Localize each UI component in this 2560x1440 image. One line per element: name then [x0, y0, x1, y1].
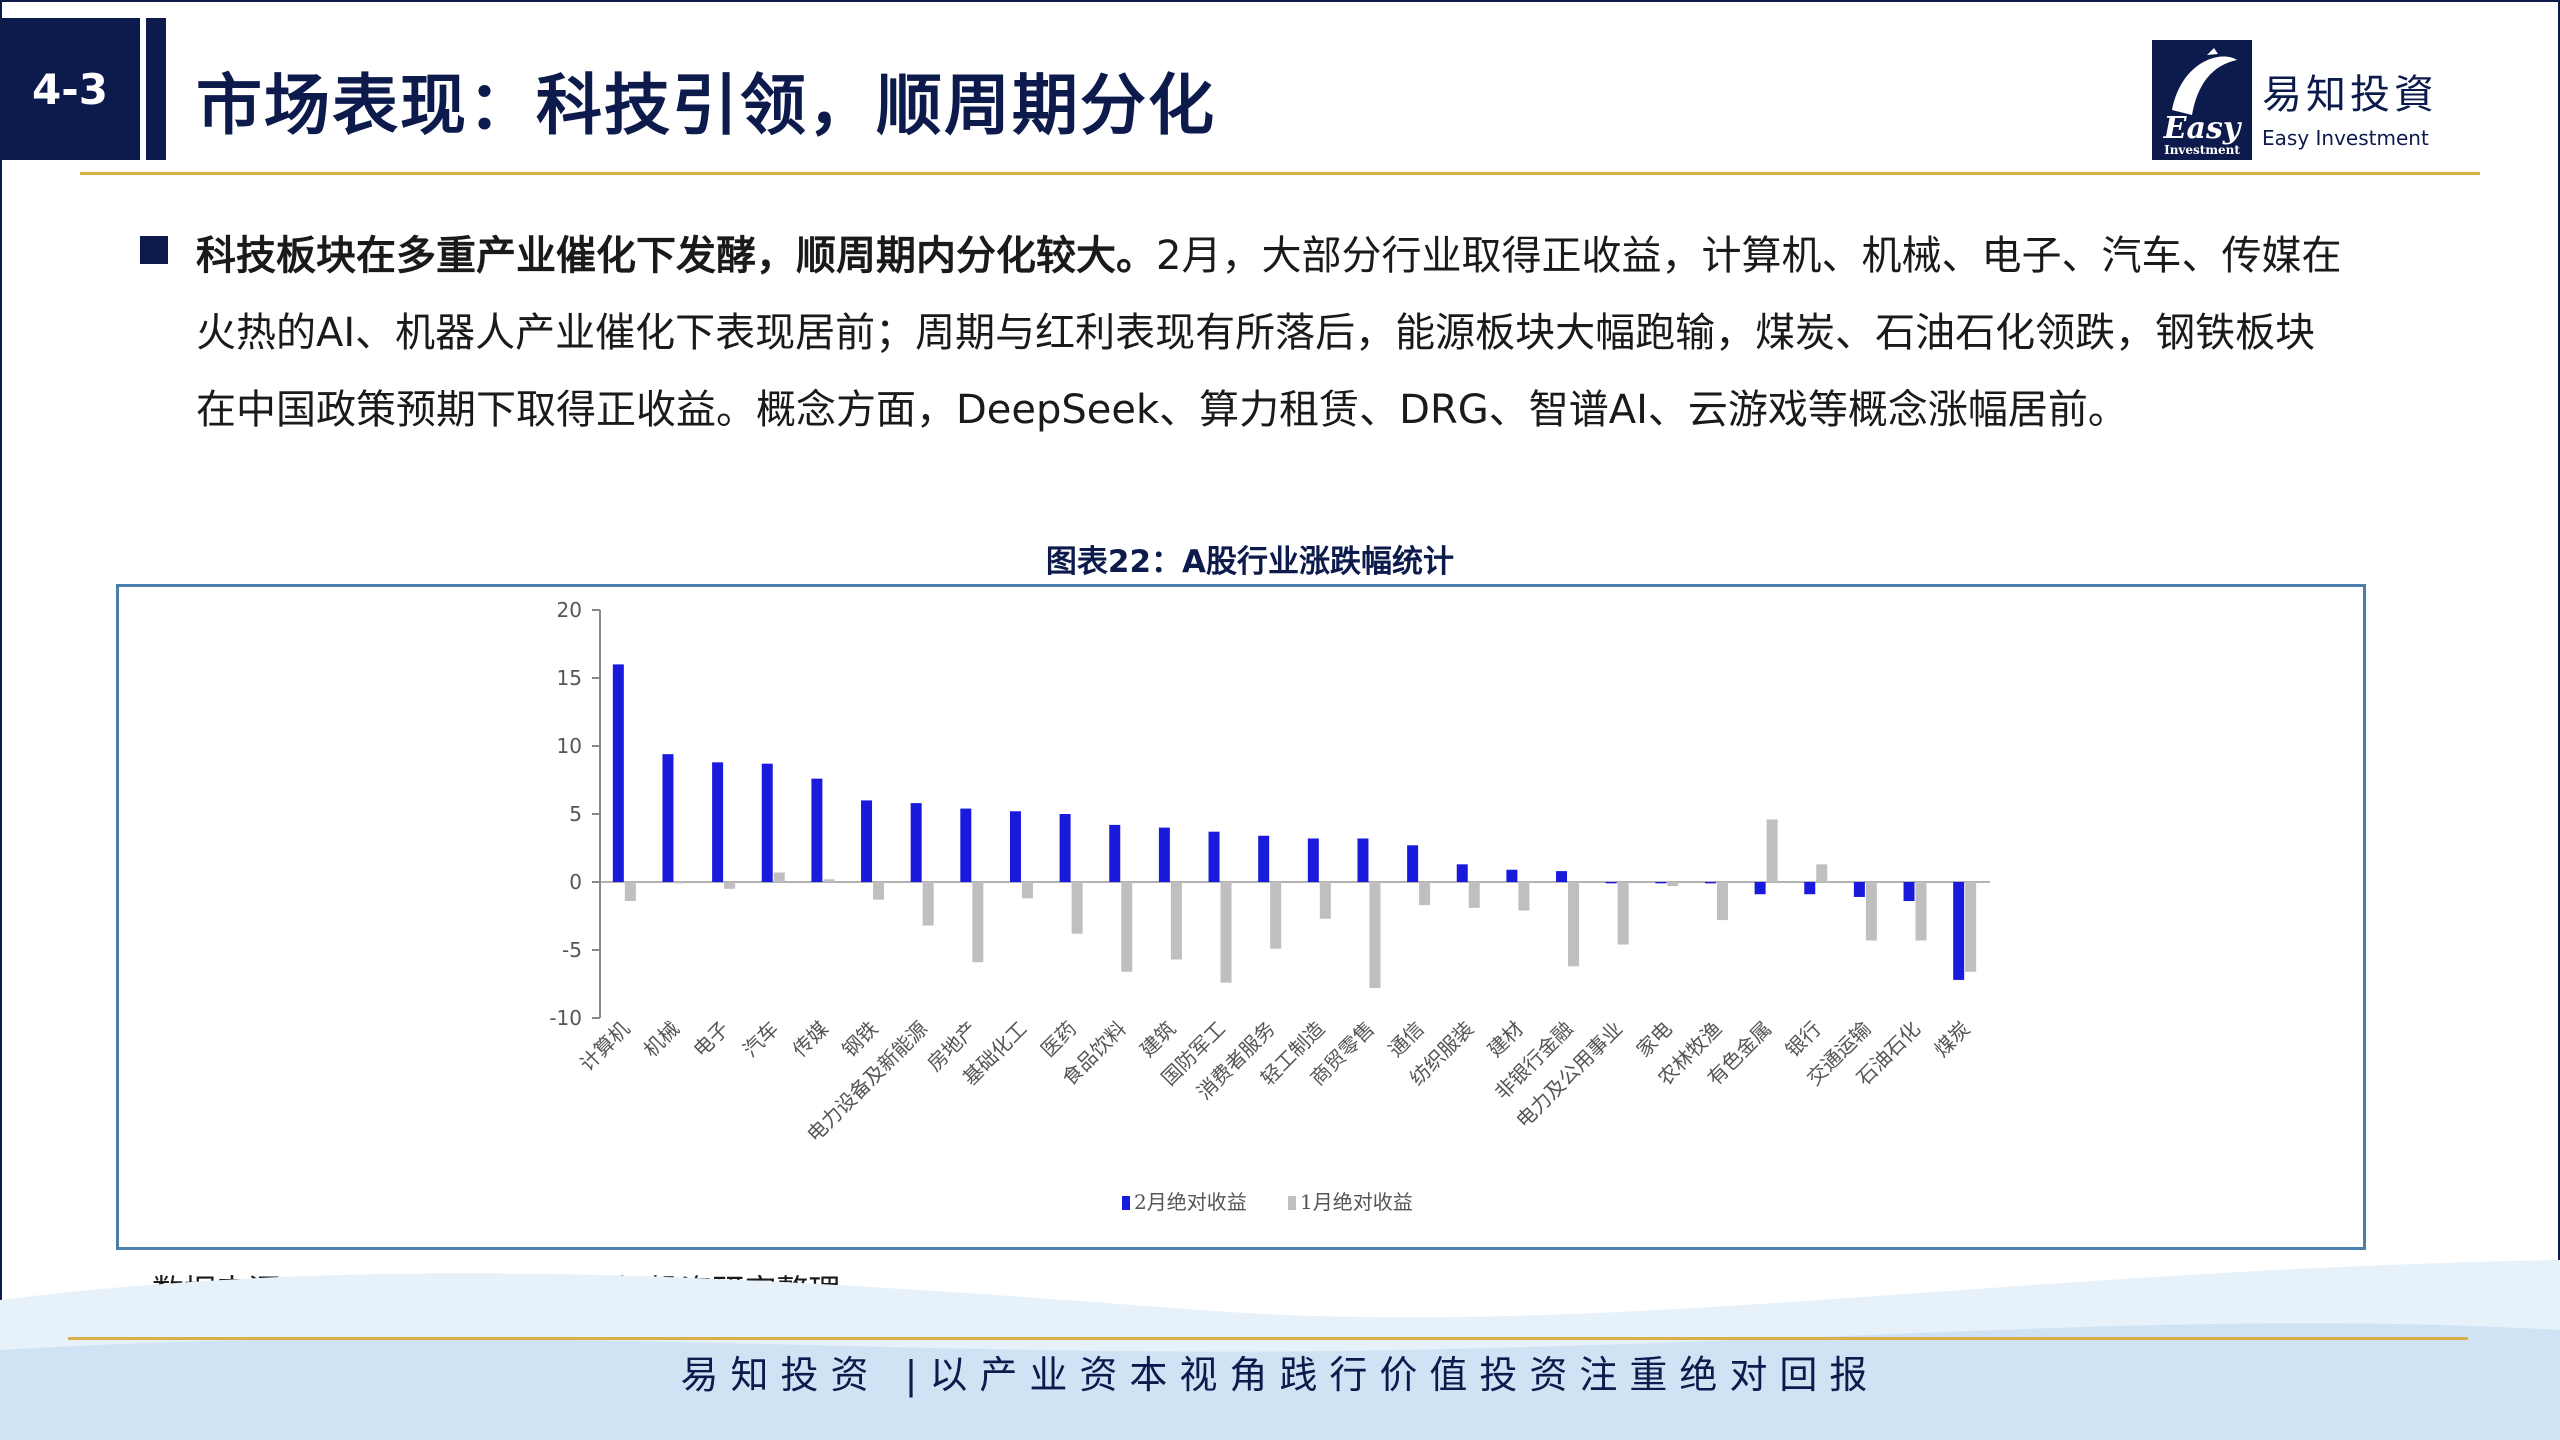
summary-paragraph: 科技板块在多重产业催化下发酵，顺周期内分化较大。2月，大部分行业取得正收益，计算… [196, 218, 2346, 449]
logo-en-text: Easy Investment [2262, 126, 2429, 150]
page-title: 市场表现：科技引领，顺周期分化 [196, 67, 1216, 144]
footer-divider [68, 1337, 2468, 1340]
bullet-square-icon [140, 236, 168, 264]
logo-cn-text: 易知投資 [2262, 72, 2438, 118]
chart-container [116, 584, 2366, 1250]
footer-slogan: 易知投资 |以产业资本视角践行价值投资注重绝对回报 [680, 1353, 1880, 1397]
section-number: 4-3 [0, 18, 140, 160]
svg-text:Investment: Investment [2164, 143, 2240, 157]
summary-lead: 科技板块在多重产业催化下发酵，顺周期内分化较大。 [196, 233, 1156, 279]
chart-title: 图表22：A股行业涨跌幅统计 [1045, 544, 1455, 580]
header-divider [80, 172, 2480, 175]
logo-mark-text: Easy [2163, 111, 2243, 146]
footer-wave-decoration [0, 1260, 2560, 1440]
section-bar [146, 18, 166, 160]
easy-investment-logo-icon: Easy Investment [2152, 40, 2252, 160]
